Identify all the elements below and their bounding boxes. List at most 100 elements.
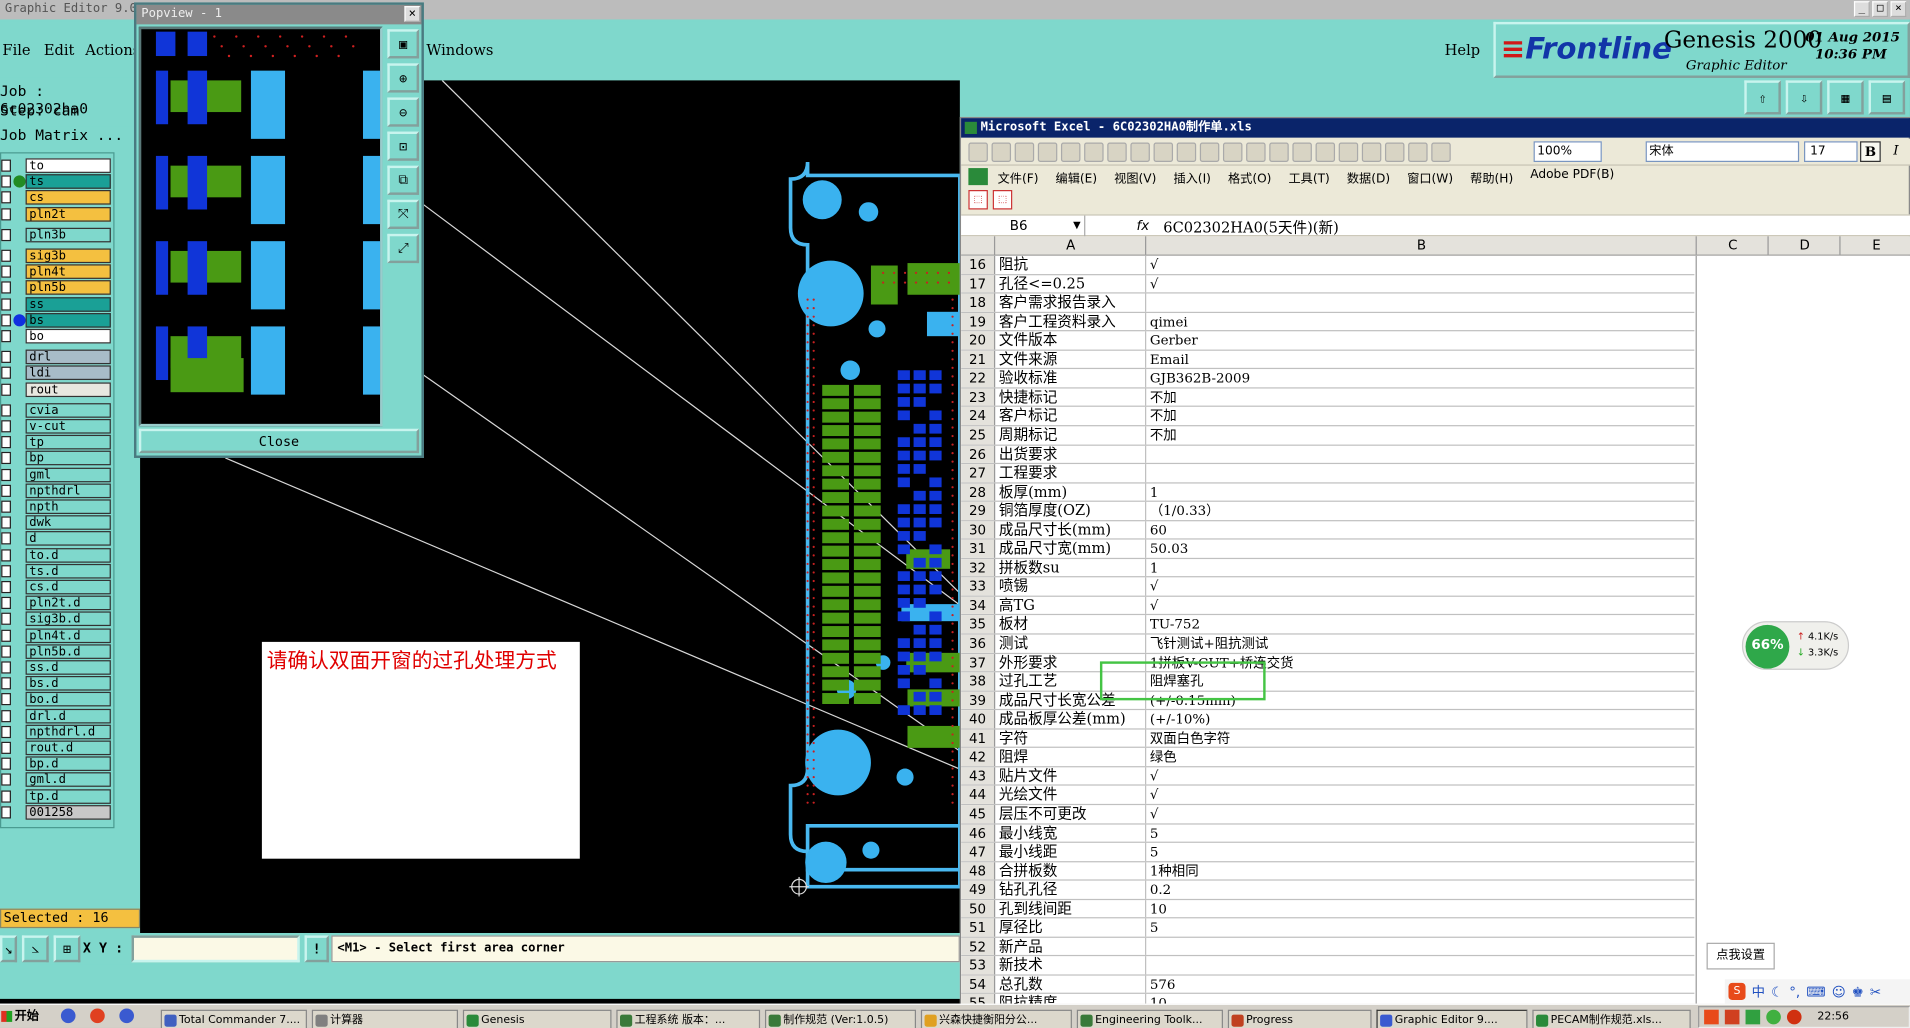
row-number[interactable]: 24: [961, 407, 996, 426]
cell-a[interactable]: 客户标记: [996, 407, 1147, 426]
layer-item[interactable]: bs.d: [25, 676, 111, 691]
tray-shield-icon[interactable]: [1745, 1009, 1761, 1025]
shirt-icon[interactable]: ♚: [1852, 984, 1864, 1000]
layer-checkbox[interactable]: [1, 313, 11, 327]
layer-checkbox[interactable]: [1, 175, 11, 188]
cell-a[interactable]: 高TG: [996, 596, 1147, 615]
layer-item[interactable]: tp.d: [25, 788, 111, 804]
column-header-e[interactable]: E: [1842, 236, 1910, 254]
row-number[interactable]: 17: [961, 274, 996, 293]
xy-input[interactable]: [131, 935, 300, 963]
layer-checkbox[interactable]: [1, 159, 11, 172]
layer-checkbox[interactable]: [1, 500, 11, 513]
spell-icon[interactable]: [1130, 142, 1150, 162]
panel-icon[interactable]: ▦: [1827, 80, 1864, 115]
app-icon[interactable]: [119, 1008, 134, 1024]
cell-b[interactable]: Gerber: [1147, 332, 1694, 350]
layer-item[interactable]: sig3b: [25, 248, 111, 264]
row-number[interactable]: 46: [961, 823, 996, 842]
row-number[interactable]: 33: [961, 577, 996, 596]
taskbar-item[interactable]: Progress: [1227, 1009, 1372, 1028]
column-header-a[interactable]: A: [996, 236, 1147, 255]
cell-a[interactable]: 板材: [996, 615, 1147, 634]
cell-b[interactable]: √: [1147, 578, 1694, 596]
row-number[interactable]: 22: [961, 369, 996, 388]
taskbar-item[interactable]: Genesis: [462, 1009, 612, 1028]
cell-b[interactable]: 5: [1147, 843, 1694, 861]
cell-a[interactable]: 喷锡: [996, 577, 1147, 596]
cell-b[interactable]: [1147, 445, 1694, 463]
row-number[interactable]: 18: [961, 293, 996, 312]
column-header-b[interactable]: B: [1147, 236, 1697, 255]
cell-a[interactable]: 拼板数su: [996, 558, 1147, 577]
row-number[interactable]: 30: [961, 520, 996, 539]
cell-b[interactable]: √: [1147, 786, 1694, 804]
font-size-box[interactable]: 17: [1804, 141, 1858, 162]
sort-desc-icon[interactable]: [1384, 142, 1405, 162]
layer-checkbox[interactable]: [1, 773, 11, 787]
layer-item[interactable]: bo.d: [25, 692, 111, 707]
cell-b[interactable]: 60: [1147, 521, 1694, 539]
cell-a[interactable]: 铜箔厚度(OZ): [996, 501, 1147, 520]
layer-item[interactable]: pln3b: [25, 227, 111, 243]
layer-item[interactable]: bo: [25, 328, 111, 344]
email-icon[interactable]: [1060, 142, 1081, 162]
keyboard-icon[interactable]: ⌨: [1806, 984, 1825, 1000]
row-number[interactable]: 16: [961, 255, 996, 274]
cell-b[interactable]: （1/0.33）: [1147, 502, 1694, 520]
layer-item[interactable]: v-cut: [25, 418, 111, 434]
cell-b[interactable]: √: [1147, 275, 1694, 293]
row-number[interactable]: 53: [961, 956, 996, 975]
cell-b[interactable]: 不加: [1147, 426, 1694, 444]
pdf-convert-icon[interactable]: ⬚: [968, 190, 988, 210]
excel-menu-item[interactable]: 视图(V): [1114, 167, 1156, 185]
fit-all-icon[interactable]: ⤢: [387, 233, 420, 264]
excel-menu-item[interactable]: 工具(T): [1289, 167, 1330, 185]
layer-checkbox[interactable]: [1, 725, 11, 738]
layer-checkbox[interactable]: [1, 265, 11, 278]
hyperlink-icon[interactable]: [1315, 142, 1336, 162]
layer-checkbox[interactable]: [1, 597, 11, 610]
taskbar-item[interactable]: 兴森快捷衡阳分公...: [920, 1009, 1072, 1028]
menu-help[interactable]: Help: [1445, 41, 1480, 58]
pdf-email-icon[interactable]: ⬚: [992, 190, 1013, 210]
layer-item[interactable]: to.d: [25, 547, 111, 563]
zoom-in-icon[interactable]: ⊕: [387, 63, 420, 93]
cell-a[interactable]: 最小线距: [996, 842, 1147, 861]
column-header-c[interactable]: C: [1698, 236, 1769, 255]
formula-value[interactable]: 6C02302HA0(5天件)(新): [1163, 217, 1339, 238]
import-icon[interactable]: ⇩: [1785, 80, 1823, 115]
layer-item[interactable]: pln5b: [25, 280, 111, 296]
layer-item[interactable]: d: [25, 531, 111, 547]
layer-checkbox[interactable]: [1, 404, 11, 417]
row-number[interactable]: 52: [961, 937, 996, 956]
row-number[interactable]: 47: [961, 842, 996, 861]
alert-icon[interactable]: !: [304, 935, 329, 963]
layer-checkbox[interactable]: [1, 741, 11, 754]
layer-item[interactable]: gml: [25, 467, 111, 482]
layer-checkbox[interactable]: [1, 249, 11, 262]
layer-checkbox[interactable]: [1, 420, 11, 433]
moon-icon[interactable]: ☾: [1771, 984, 1783, 1000]
start-button[interactable]: 开始: [0, 1007, 49, 1028]
excel-menu-item[interactable]: 编辑(E): [1056, 167, 1098, 185]
cell-a[interactable]: 板厚(mm): [996, 483, 1147, 501]
row-number[interactable]: 51: [961, 918, 996, 937]
cell-b[interactable]: 0.2: [1147, 881, 1694, 899]
excel-menu-item[interactable]: 文件(F): [998, 167, 1039, 185]
taskbar-item[interactable]: Engineering Toolk...: [1076, 1009, 1223, 1028]
close-icon[interactable]: ×: [1890, 1, 1907, 18]
cell-b[interactable]: 10: [1147, 900, 1694, 918]
cell-b[interactable]: 5: [1147, 919, 1694, 937]
layer-item[interactable]: 001258: [25, 804, 111, 820]
row-number[interactable]: 50: [961, 899, 996, 918]
row-number[interactable]: 19: [961, 312, 996, 331]
row-number[interactable]: 38: [961, 672, 996, 691]
row-number[interactable]: 36: [961, 634, 996, 653]
layer-checkbox[interactable]: [1, 677, 11, 690]
cell-b[interactable]: 576: [1147, 975, 1694, 993]
column-header-d[interactable]: D: [1770, 236, 1841, 255]
cell-b[interactable]: [1147, 938, 1694, 956]
menu-file[interactable]: File: [2, 41, 30, 58]
layer-checkbox[interactable]: [1, 207, 11, 220]
